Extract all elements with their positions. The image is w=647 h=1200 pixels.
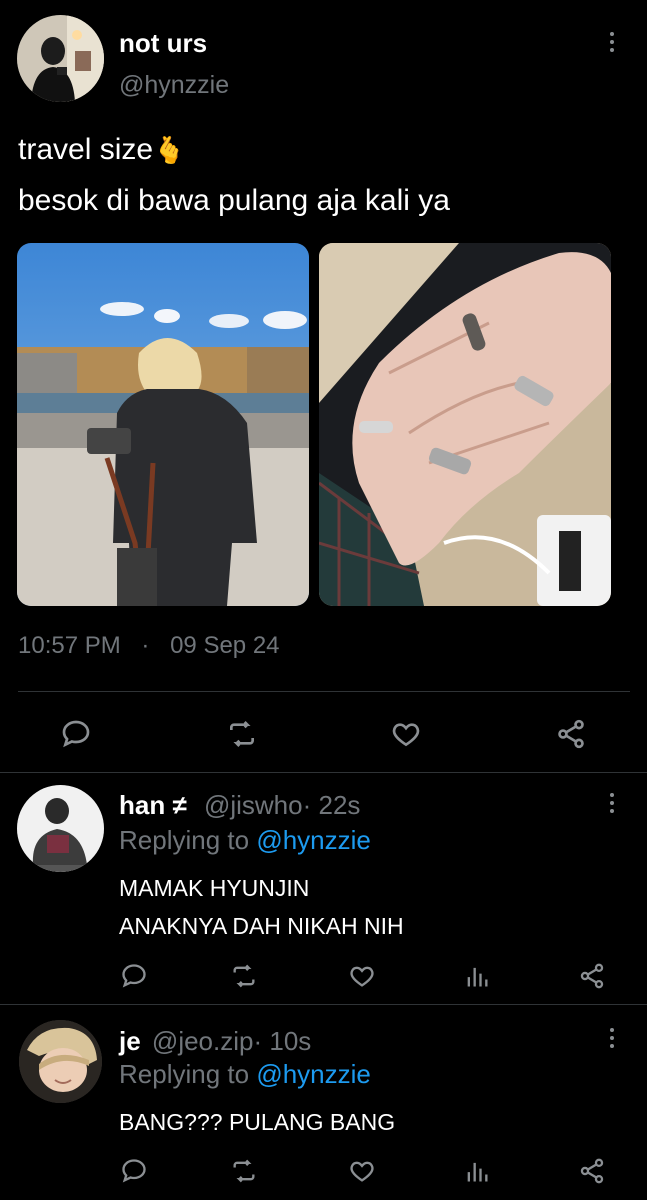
timestamp-separator: · xyxy=(141,632,150,659)
tweet-time: 10:57 PM xyxy=(18,632,121,659)
share-icon[interactable] xyxy=(578,1157,606,1185)
reply-icon[interactable] xyxy=(120,1157,148,1185)
reply-icon[interactable] xyxy=(120,962,148,990)
reply-text-line-2: ANAKNYA DAH NIKAH NIH xyxy=(119,913,404,939)
reply-age: · 22s xyxy=(302,790,361,820)
more-vertical-icon[interactable] xyxy=(600,1018,624,1058)
reply-text-line-1: MAMAK HYUNJIN xyxy=(119,875,310,901)
reply-age: · 10s xyxy=(253,1026,312,1056)
reply-header: je @jeo.zip· 10s xyxy=(119,1026,311,1057)
replying-to-handle-link[interactable]: @hynzzie xyxy=(256,1059,371,1089)
retweet-icon[interactable] xyxy=(229,962,259,990)
handle[interactable]: @jeo.zip xyxy=(152,1026,254,1056)
divider xyxy=(0,1004,647,1005)
avatar[interactable] xyxy=(19,1020,102,1103)
more-vertical-icon[interactable] xyxy=(600,783,624,823)
handle[interactable]: @jiswho xyxy=(204,790,303,820)
replying-to: Replying to @hynzzie xyxy=(119,1059,371,1090)
tweet-date: 09 Sep 24 xyxy=(170,632,280,659)
avatar[interactable] xyxy=(17,785,104,872)
divider xyxy=(18,691,630,692)
views-icon[interactable] xyxy=(463,962,491,990)
tweet-text-line-2: besok di bawa pulang aja kali ya xyxy=(18,184,450,217)
views-icon[interactable] xyxy=(463,1157,491,1185)
tweet-photo-2[interactable] xyxy=(319,243,611,606)
retweet-icon[interactable] xyxy=(229,1157,259,1185)
tweet-photo-1[interactable] xyxy=(17,243,309,606)
display-name[interactable]: not urs xyxy=(119,28,207,59)
display-name[interactable]: je xyxy=(119,1026,141,1056)
reply-icon[interactable] xyxy=(60,718,92,750)
share-icon[interactable] xyxy=(555,718,587,750)
like-icon[interactable] xyxy=(347,1157,377,1185)
replying-to-label: Replying to xyxy=(119,1059,250,1089)
handle[interactable]: @hynzzie xyxy=(119,71,229,100)
retweet-icon[interactable] xyxy=(225,718,259,750)
like-icon[interactable] xyxy=(389,718,423,750)
reply-text-line-1: BANG??? PULANG BANG xyxy=(119,1109,396,1135)
avatar[interactable] xyxy=(17,15,104,102)
divider xyxy=(0,772,647,773)
pinched-hand-emoji-icon: 🫰 xyxy=(153,135,186,165)
replying-to-label: Replying to xyxy=(119,825,250,855)
replying-to: Replying to @hynzzie xyxy=(119,825,371,856)
tweet-text-line-1: travel size🫰 xyxy=(18,133,185,167)
like-icon[interactable] xyxy=(347,962,377,990)
reply-header: han ≠ @jiswho· 22s xyxy=(119,790,360,821)
tweet-timestamp: 10:57 PM · 09 Sep 24 xyxy=(18,632,280,660)
replying-to-handle-link[interactable]: @hynzzie xyxy=(256,825,371,855)
share-icon[interactable] xyxy=(578,962,606,990)
tweet-text: travel size xyxy=(18,133,154,166)
more-vertical-icon[interactable] xyxy=(600,22,624,62)
display-name[interactable]: han ≠ xyxy=(119,790,187,820)
